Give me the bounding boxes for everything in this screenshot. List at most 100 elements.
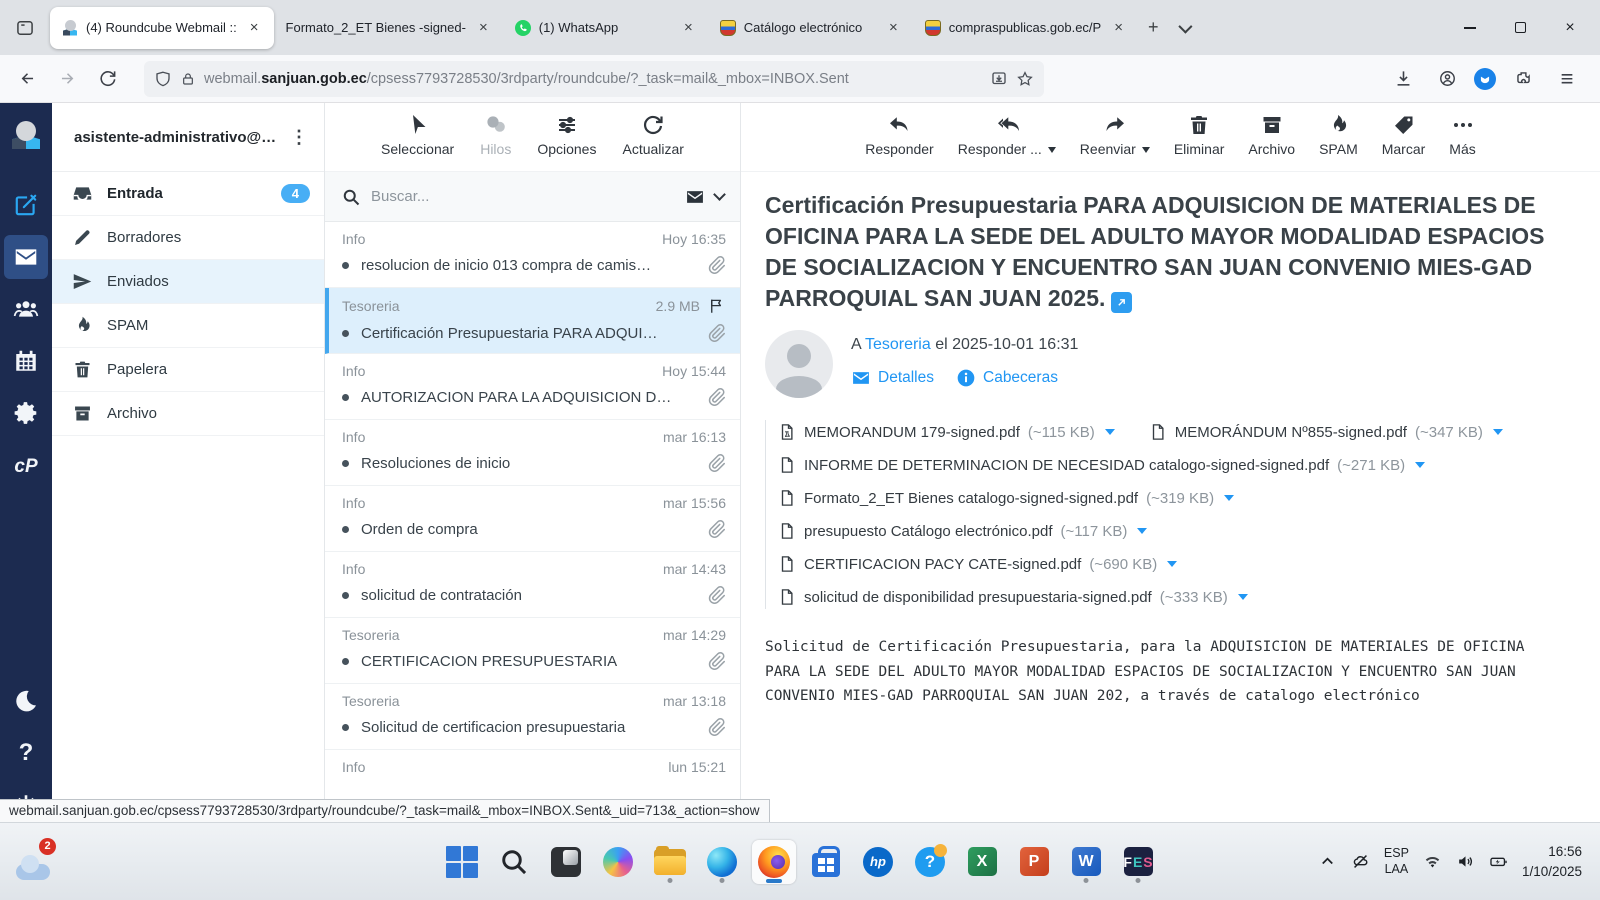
firefox-icon[interactable] (752, 840, 796, 884)
attachment-menu-icon[interactable] (1167, 561, 1177, 567)
message-row[interactable]: Infomar 14:43 solicitud de contratación (325, 552, 740, 618)
get-help-icon[interactable]: ? (908, 840, 952, 884)
sidebar-item-borradores[interactable]: Borradores (52, 216, 324, 260)
tab-whatsapp[interactable]: (1) WhatsApp × (503, 7, 708, 49)
sidebar-item-entrada[interactable]: Entrada 4 (52, 172, 324, 216)
task-view-icon[interactable] (544, 840, 588, 884)
message-row[interactable]: InfoHoy 16:35 resolucion de inicio 013 c… (325, 222, 740, 288)
clock[interactable]: 16:56 1/10/2025 (1522, 842, 1582, 881)
sidebar-item-enviados[interactable]: Enviados (52, 260, 324, 304)
message-row[interactable]: Infomar 15:56 Orden de compra (325, 486, 740, 552)
url-bar[interactable]: webmail.sanjuan.gob.ec/cpsess7793728530/… (144, 61, 1044, 97)
attachment-item[interactable]: MEMORANDUM 179-signed.pdf(~115 KB) (778, 422, 1115, 442)
copilot-icon[interactable] (596, 840, 640, 884)
open-in-new-window-icon[interactable] (1111, 292, 1132, 313)
file-explorer-icon[interactable] (648, 840, 692, 884)
minimize-button[interactable] (1448, 9, 1492, 47)
more-button[interactable]: Más (1449, 113, 1475, 157)
onedrive-icon[interactable] (1351, 852, 1370, 871)
fes-app-icon[interactable]: FES (1116, 840, 1160, 884)
start-button[interactable] (440, 840, 484, 884)
spam-button[interactable]: SPAM (1319, 113, 1358, 157)
back-icon[interactable] (10, 62, 44, 96)
new-tab-button[interactable]: + (1138, 15, 1169, 40)
attachment-item[interactable]: solicitud de disponibilidad presupuestar… (778, 587, 1248, 607)
excel-icon[interactable]: X (960, 840, 1004, 884)
attachment-item[interactable]: Formato_2_ET Bienes catalogo-signed-sign… (778, 488, 1234, 508)
firefox-view-icon[interactable] (8, 11, 42, 45)
attachment-menu-icon[interactable] (1137, 528, 1147, 534)
tab-formato[interactable]: Formato_2_ET Bienes -signed- × (274, 7, 503, 49)
reply-button[interactable]: Responder (865, 113, 934, 157)
attachment-item[interactable]: INFORME DE DETERMINACION DE NECESIDAD ca… (778, 455, 1425, 475)
refresh-button[interactable]: Actualizar (622, 113, 683, 157)
search-input[interactable]: Buscar... (371, 188, 675, 205)
sidebar-item-papelera[interactable]: Papelera (52, 348, 324, 392)
tab-roundcube[interactable]: (4) Roundcube Webmail :: × (50, 7, 274, 49)
lock-icon[interactable] (180, 71, 196, 87)
compose-icon[interactable] (6, 185, 46, 225)
word-icon[interactable]: W (1064, 840, 1108, 884)
reply-all-dropdown-icon[interactable] (1048, 147, 1056, 153)
account-icon[interactable] (1430, 62, 1464, 96)
contacts-icon[interactable] (6, 289, 46, 329)
sidebar-item-archivo[interactable]: Archivo (52, 392, 324, 436)
headers-toggle[interactable]: Cabeceras (956, 368, 1058, 388)
cpanel-icon[interactable]: cP (6, 447, 46, 487)
weather-widget[interactable]: 2 (14, 840, 58, 884)
hp-icon[interactable]: hp (856, 840, 900, 884)
forward-icon[interactable] (50, 62, 84, 96)
forward-button[interactable]: Reenviar (1080, 113, 1150, 157)
wifi-icon[interactable] (1423, 852, 1442, 871)
attachment-item[interactable]: CERTIFICACION PACY CATE-signed.pdf(~690 … (778, 554, 1177, 574)
delete-button[interactable]: Eliminar (1174, 113, 1225, 157)
language-indicator[interactable]: ESPLAA (1384, 846, 1409, 877)
search-options-chevron-icon[interactable] (713, 188, 726, 201)
sidebar-item-spam[interactable]: SPAM (52, 304, 324, 348)
attachment-menu-icon[interactable] (1238, 594, 1248, 600)
downloads-icon[interactable] (1386, 62, 1420, 96)
details-toggle[interactable]: Detalles (851, 368, 934, 388)
search-bar[interactable]: Buscar... (325, 172, 740, 222)
attachment-item[interactable]: presupuesto Catálogo electrónico.pdf(~11… (778, 521, 1147, 541)
message-row-selected[interactable]: Tesoreria2.9 MB Certificación Presupuest… (325, 288, 740, 354)
select-button[interactable]: Seleccionar (381, 113, 454, 157)
tab-close-icon[interactable]: × (679, 17, 698, 38)
tray-expand-chevron-icon[interactable] (1318, 852, 1337, 871)
help-icon[interactable]: ? (6, 733, 46, 773)
dark-mode-moon-icon[interactable] (6, 681, 46, 721)
reload-icon[interactable] (90, 62, 124, 96)
bookmark-star-icon[interactable] (1016, 70, 1034, 88)
attachment-menu-icon[interactable] (1493, 429, 1503, 435)
attachment-menu-icon[interactable] (1105, 429, 1115, 435)
privacy-extension-icon[interactable] (1474, 68, 1496, 90)
tab-list-dropdown-icon[interactable] (1169, 15, 1199, 40)
attachment-menu-icon[interactable] (1415, 462, 1425, 468)
restore-button[interactable] (1498, 9, 1542, 47)
tab-close-icon[interactable]: × (474, 17, 493, 38)
volume-icon[interactable] (1456, 852, 1475, 871)
threads-button[interactable]: Hilos (480, 113, 511, 157)
reply-all-button[interactable]: Responder ... (958, 113, 1056, 157)
message-row[interactable]: Tesoreriamar 14:29 CERTIFICACION PRESUPU… (325, 618, 740, 684)
message-row[interactable]: Tesoreriamar 13:18 Solicitud de certific… (325, 684, 740, 750)
microsoft-store-icon[interactable] (804, 840, 848, 884)
options-button[interactable]: Opciones (537, 113, 596, 157)
battery-icon[interactable] (1489, 852, 1508, 871)
account-menu-icon[interactable]: ⋮ (286, 127, 312, 148)
menu-hamburger-icon[interactable]: ≡ (1550, 62, 1584, 96)
message-row[interactable]: Infomar 16:13 Resoluciones de inicio (325, 420, 740, 486)
tracking-shield-icon[interactable] (154, 70, 172, 88)
extensions-puzzle-icon[interactable] (1506, 62, 1540, 96)
message-row[interactable]: InfoHoy 15:44 AUTORIZACION PARA LA ADQUI… (325, 354, 740, 420)
archive-button[interactable]: Archivo (1248, 113, 1295, 157)
taskbar-search-icon[interactable] (492, 840, 536, 884)
save-page-icon[interactable] (990, 70, 1008, 88)
recipient-link[interactable]: Tesoreria (865, 336, 931, 353)
edge-icon[interactable] (700, 840, 744, 884)
attachment-item[interactable]: MEMORÁNDUM Nº855-signed.pdf(~347 KB) (1149, 422, 1503, 442)
envelope-scope-icon[interactable] (685, 187, 705, 207)
forward-dropdown-icon[interactable] (1142, 147, 1150, 153)
attachment-menu-icon[interactable] (1224, 495, 1234, 501)
mail-nav-icon[interactable] (4, 235, 48, 279)
